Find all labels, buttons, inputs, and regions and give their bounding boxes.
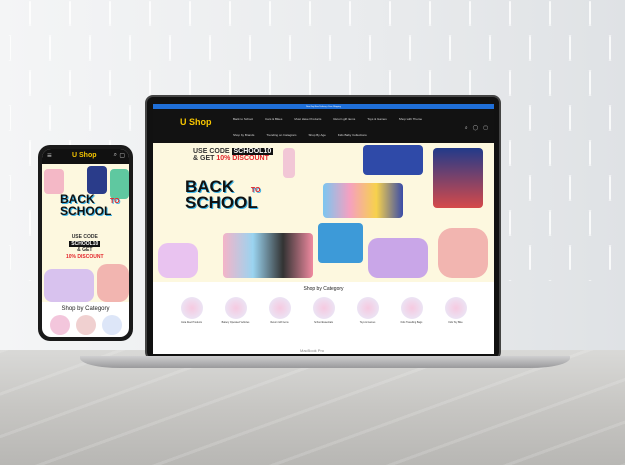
product-image <box>363 145 423 175</box>
shop-by-category-heading: Shop by Category <box>61 306 110 312</box>
user-icon[interactable]: ◯ <box>473 125 479 131</box>
laptop-base <box>80 356 570 368</box>
category-item[interactable]: Kids Toy Bike <box>438 297 474 324</box>
shop-by-category-heading: Shop by Category <box>303 286 344 292</box>
cart-icon[interactable]: ▢ <box>119 152 125 159</box>
search-icon[interactable]: ⌕ <box>114 152 117 159</box>
category-item[interactable]: Insta Reel Products <box>174 297 210 324</box>
search-icon[interactable]: ⌕ <box>465 125 468 131</box>
nav-item[interactable]: Toys & Games <box>367 117 387 121</box>
nav-item[interactable]: Cars & Bikes <box>265 117 282 121</box>
promo-text: USE CODE SCHOOL10 & GET 10% DISCOUNT <box>66 234 104 260</box>
product-image <box>318 223 363 263</box>
category-item[interactable] <box>101 315 122 335</box>
product-image <box>323 183 403 218</box>
nav-item[interactable]: Shop with Theme <box>399 117 422 121</box>
nav-item[interactable]: Shop by Brands <box>233 133 254 137</box>
phone: ≡ U Shop ⌕ ▢ BACK TO SCHOOL USE CODE SCHOO… <box>38 145 133 341</box>
device-label: MacBook Pro <box>300 348 325 353</box>
nav-item[interactable]: Must Have Products <box>294 117 321 121</box>
category-item[interactable]: Toys & Games <box>350 297 386 324</box>
nav-row-2: Shop by Brands Trending on Instagram Sho… <box>233 133 367 137</box>
category-item[interactable] <box>75 315 96 335</box>
phone-header: ≡ U Shop ⌕ ▢ <box>42 149 129 164</box>
product-image <box>438 228 488 278</box>
category-item[interactable]: Return Gift Items <box>262 297 298 324</box>
logo[interactable]: U Shop <box>72 152 97 159</box>
promo-text: USE CODE SCHOOL10 & GET 10% DISCOUNT <box>193 148 274 162</box>
product-image <box>368 238 428 278</box>
product-image <box>433 148 483 208</box>
nav-item[interactable]: Shop By Age <box>308 133 325 137</box>
category-list: Insta Reel Products Battery Operated Veh… <box>153 297 494 324</box>
nav-row-1: Back to School Cars & Bikes Must Have Pr… <box>233 117 422 121</box>
phone-screen: ≡ U Shop ⌕ ▢ BACK TO SCHOOL USE CODE SCHOO… <box>42 149 129 337</box>
product-image <box>158 243 198 278</box>
hero-banner[interactable]: USE CODE SCHOOL10 & GET 10% DISCOUNT BACK… <box>153 143 494 282</box>
nav-item[interactable]: Kids Baby Collections <box>338 133 367 137</box>
category-item[interactable]: Battery Operated Vehicles <box>218 297 254 324</box>
product-image <box>97 264 129 302</box>
announcement-text: New Day New Delivery • Free Shipping <box>306 105 341 108</box>
nav-item[interactable]: Back to School <box>233 117 253 121</box>
category-item[interactable]: School Essentials <box>306 297 342 324</box>
nav-item[interactable]: Return gift items <box>333 117 355 121</box>
product-image <box>283 148 295 178</box>
nav-item[interactable]: Trending on Instagram <box>266 133 296 137</box>
category-item[interactable]: Kids Travelling Bags <box>394 297 430 324</box>
cart-icon[interactable]: ▢ <box>483 125 488 131</box>
hero-banner[interactable]: BACK TO SCHOOL USE CODE SCHOOL10 & GET 10% D… <box>42 164 129 302</box>
product-image <box>87 166 107 194</box>
product-image <box>44 169 64 194</box>
site-header: U Shop Back to School Cars & Bikes Must … <box>153 109 494 143</box>
menu-icon[interactable]: ≡ <box>47 151 52 160</box>
back-to-school-title: BACK TO SCHOOL <box>185 177 261 213</box>
product-image <box>44 269 94 302</box>
logo[interactable]: U Shop <box>180 117 212 127</box>
laptop-screen: New Day New Delivery • Free Shipping U S… <box>153 104 494 354</box>
product-image <box>223 233 313 278</box>
category-item[interactable] <box>49 315 70 335</box>
back-to-school-title: BACK TO SCHOOL <box>60 192 120 218</box>
